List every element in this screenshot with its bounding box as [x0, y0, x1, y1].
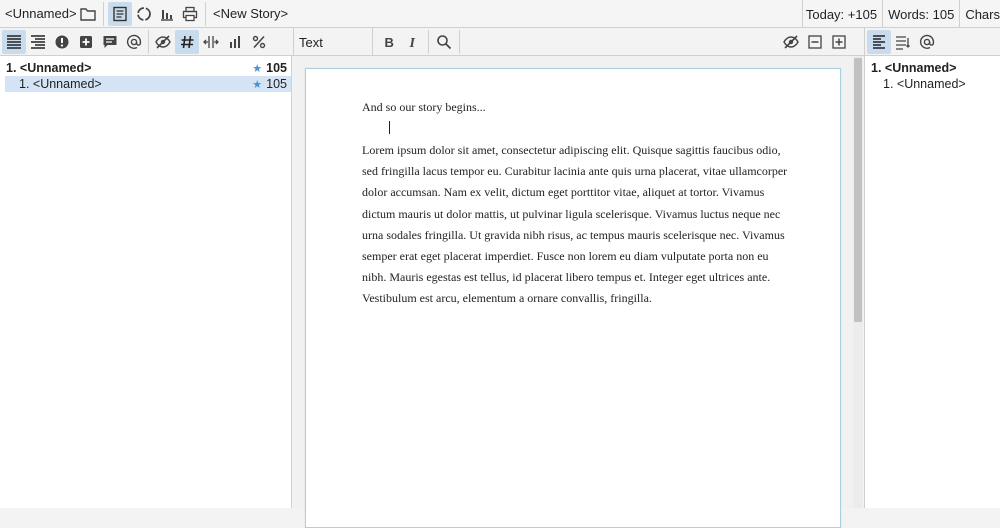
words-count: Words: 105 [882, 0, 959, 28]
right-panel-tools [864, 28, 1000, 56]
hide-icon[interactable] [151, 30, 175, 54]
star-icon: ★ [252, 78, 263, 91]
outline-item[interactable]: 1. <Unnamed> [865, 60, 1000, 76]
outline-item-count: ★ 105 [252, 77, 287, 91]
outline-item-label: 1. <Unnamed> [883, 77, 966, 91]
paragraph-style-select[interactable]: Text [294, 28, 373, 56]
divider [205, 2, 206, 26]
divider [148, 30, 149, 54]
outline-item-label: 1. <Unnamed> [19, 77, 102, 91]
outline-item[interactable]: 1. <Unnamed> [865, 76, 1000, 92]
editor-area: And so our story begins... Lorem ipsum d… [293, 56, 853, 528]
align-left-icon[interactable] [2, 30, 26, 54]
svg-text:I: I [409, 36, 416, 51]
at-icon[interactable] [122, 30, 146, 54]
format-tools: Text B I [293, 28, 853, 56]
print-icon[interactable] [178, 2, 202, 26]
divider [428, 30, 429, 54]
hash-icon[interactable] [175, 30, 199, 54]
add-icon[interactable] [74, 30, 98, 54]
outline-item-count: ★ 105 [252, 61, 287, 75]
document-page[interactable]: And so our story begins... Lorem ipsum d… [305, 68, 841, 528]
right-outline-panel: 1. <Unnamed> 1. <Unnamed> [864, 56, 1000, 508]
body-paragraph[interactable]: Lorem ipsum dolor sit amet, consectetur … [362, 140, 792, 310]
word-count: 105 [266, 77, 287, 91]
align-left-icon[interactable] [867, 30, 891, 54]
stats-icon[interactable] [155, 2, 179, 26]
list-icon[interactable] [891, 30, 915, 54]
outline-item[interactable]: 1. <Unnamed> ★ 105 [0, 60, 292, 76]
word-spacing-icon[interactable] [199, 30, 223, 54]
intro-paragraph[interactable]: And so our story begins... [362, 100, 486, 115]
chars-count: Chars [959, 0, 1000, 28]
text-cursor [389, 121, 390, 134]
outline-item-label: 1. <Unnamed> [871, 61, 957, 75]
stats-group: Today: +105 Words: 105 Chars [801, 0, 1000, 28]
bold-icon[interactable]: B [377, 30, 401, 54]
story-name[interactable]: <New Story> [213, 6, 288, 21]
star-icon: ★ [252, 62, 263, 75]
outline-panel: 1. <Unnamed> ★ 105 1. <Unnamed> ★ 105 [0, 56, 292, 508]
scroll-thumb[interactable] [854, 58, 862, 322]
cycle-icon[interactable] [132, 2, 156, 26]
at-icon[interactable] [915, 30, 939, 54]
folder-icon[interactable] [76, 2, 100, 26]
comment-icon[interactable] [98, 30, 122, 54]
secondary-toolbar: Text B I [0, 28, 1000, 56]
outline-item-label: 1. <Unnamed> [6, 61, 92, 75]
editor-view-icon[interactable] [108, 2, 132, 26]
divider [103, 2, 104, 26]
search-icon[interactable] [432, 30, 456, 54]
outline-item-selected[interactable]: 1. <Unnamed> ★ 105 [5, 76, 291, 92]
today-count: Today: +105 [801, 0, 882, 28]
chart-icon[interactable] [223, 30, 247, 54]
divider [459, 30, 460, 54]
percent-icon[interactable] [247, 30, 271, 54]
view-tools [779, 30, 851, 54]
expand-icon[interactable] [827, 30, 851, 54]
outline-tools [2, 28, 271, 56]
collapse-icon[interactable] [803, 30, 827, 54]
project-name[interactable]: <Unnamed> [5, 6, 77, 21]
editor-scrollbar[interactable] [853, 56, 863, 508]
indent-icon[interactable] [26, 30, 50, 54]
top-toolbar: <Unnamed> <New Story> Today: +105 Words:… [0, 0, 1000, 28]
warning-icon[interactable] [50, 30, 74, 54]
word-count: 105 [266, 61, 287, 75]
hide-icon[interactable] [779, 30, 803, 54]
svg-text:B: B [385, 35, 394, 50]
italic-icon[interactable]: I [401, 30, 425, 54]
